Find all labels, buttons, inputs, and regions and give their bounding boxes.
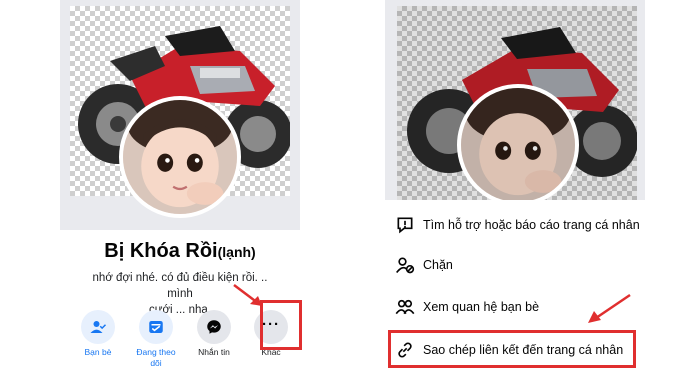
friendship-icon (395, 299, 415, 315)
red-arrow-icon (588, 293, 631, 323)
child-photo-dimmed (461, 88, 575, 202)
friends-button[interactable]: Bạn bè (72, 310, 124, 358)
profile-name-suffix: (lạnh) (217, 244, 256, 260)
menu-item-block-label: Chặn (423, 258, 453, 272)
child-photo (123, 100, 237, 214)
message-button[interactable]: Nhắn tin (188, 310, 240, 358)
block-user-icon (396, 257, 415, 274)
red-arrow-icon (233, 284, 262, 306)
following-feed-icon (139, 310, 173, 344)
profile-name-main: Bị Khóa Rồi (104, 240, 218, 262)
more-button-highlight (260, 300, 302, 350)
menu-item-report[interactable]: Tìm hỗ trợ hoặc báo cáo trang cá nhân (385, 208, 645, 242)
report-icon (397, 217, 413, 234)
profile-name: Bị Khóa Rồi(lạnh) (60, 240, 300, 263)
friends-button-label: Bạn bè (84, 347, 112, 357)
messenger-icon (197, 310, 231, 344)
message-button-label: Nhắn tin (198, 347, 230, 357)
friends-check-icon (81, 310, 115, 344)
menu-item-friendship-label: Xem quan hệ bạn bè (423, 300, 540, 314)
following-button-label: Đang theo dõi (136, 347, 176, 368)
menu-item-report-label: Tìm hỗ trợ hoặc báo cáo trang cá nhân (423, 218, 640, 232)
menu-item-block[interactable]: Chặn (385, 248, 645, 282)
following-button[interactable]: Đang theo dõi (130, 310, 182, 369)
profile-avatar-dimmed (457, 84, 579, 206)
profile-avatar[interactable] (119, 96, 241, 218)
copy-link-highlight (388, 330, 636, 368)
